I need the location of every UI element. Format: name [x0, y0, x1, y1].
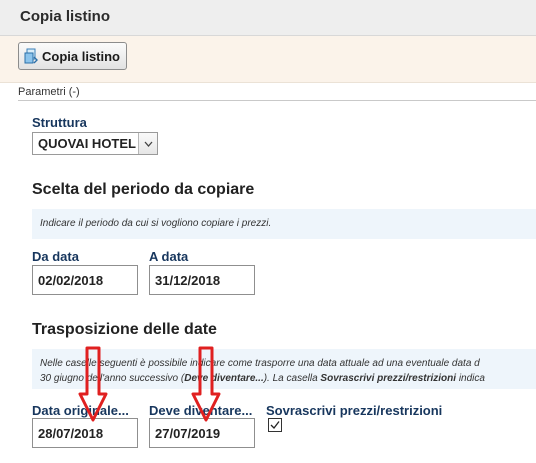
info-text-emphasis: Sovrascrivi prezzi/restrizioni [320, 373, 457, 384]
to-date-label: A data [149, 249, 189, 264]
period-heading: Scelta del periodo da copiare [32, 181, 255, 198]
original-date-field[interactable] [32, 418, 138, 448]
section-divider [18, 100, 536, 101]
struttura-selected-value: QUOVAI HOTEL [38, 136, 136, 151]
struttura-select[interactable]: QUOVAI HOTEL [32, 132, 158, 155]
transposition-info-line1: Nelle caselle seguenti è possibile indic… [40, 358, 480, 369]
info-text-part: 30 giugno dell'anno successivo ( [40, 373, 185, 384]
window-title: Copia listino [20, 8, 110, 25]
period-info-text: Indicare il periodo da cui si vogliono c… [32, 209, 536, 239]
chevron-down-icon[interactable] [138, 133, 157, 154]
window-titlebar: Copia listino [0, 0, 536, 36]
section-legend[interactable]: Parametri (-) [18, 86, 80, 98]
copy-price-list-icon [23, 48, 39, 64]
transposition-heading: Trasposizione delle date [32, 321, 217, 338]
red-arrow-icon [78, 346, 108, 422]
becomes-date-field[interactable] [149, 418, 255, 448]
overwrite-checkbox[interactable] [268, 418, 282, 432]
info-text-part: ). La casella [263, 373, 321, 384]
from-date-label: Da data [32, 249, 79, 264]
transposition-info-line2: 30 giugno dell'anno successivo (Deve div… [40, 371, 536, 386]
struttura-label: Struttura [32, 115, 87, 130]
toolbar: Copia listino [0, 36, 536, 83]
red-arrow-icon [191, 346, 221, 422]
to-date-field[interactable] [149, 265, 255, 295]
copy-price-list-button[interactable]: Copia listino [18, 42, 127, 70]
copy-price-list-label: Copia listino [42, 48, 120, 64]
overwrite-label: Sovrascrivi prezzi/restrizioni [266, 403, 443, 418]
info-text-part: indica [456, 373, 485, 384]
from-date-field[interactable] [32, 265, 138, 295]
